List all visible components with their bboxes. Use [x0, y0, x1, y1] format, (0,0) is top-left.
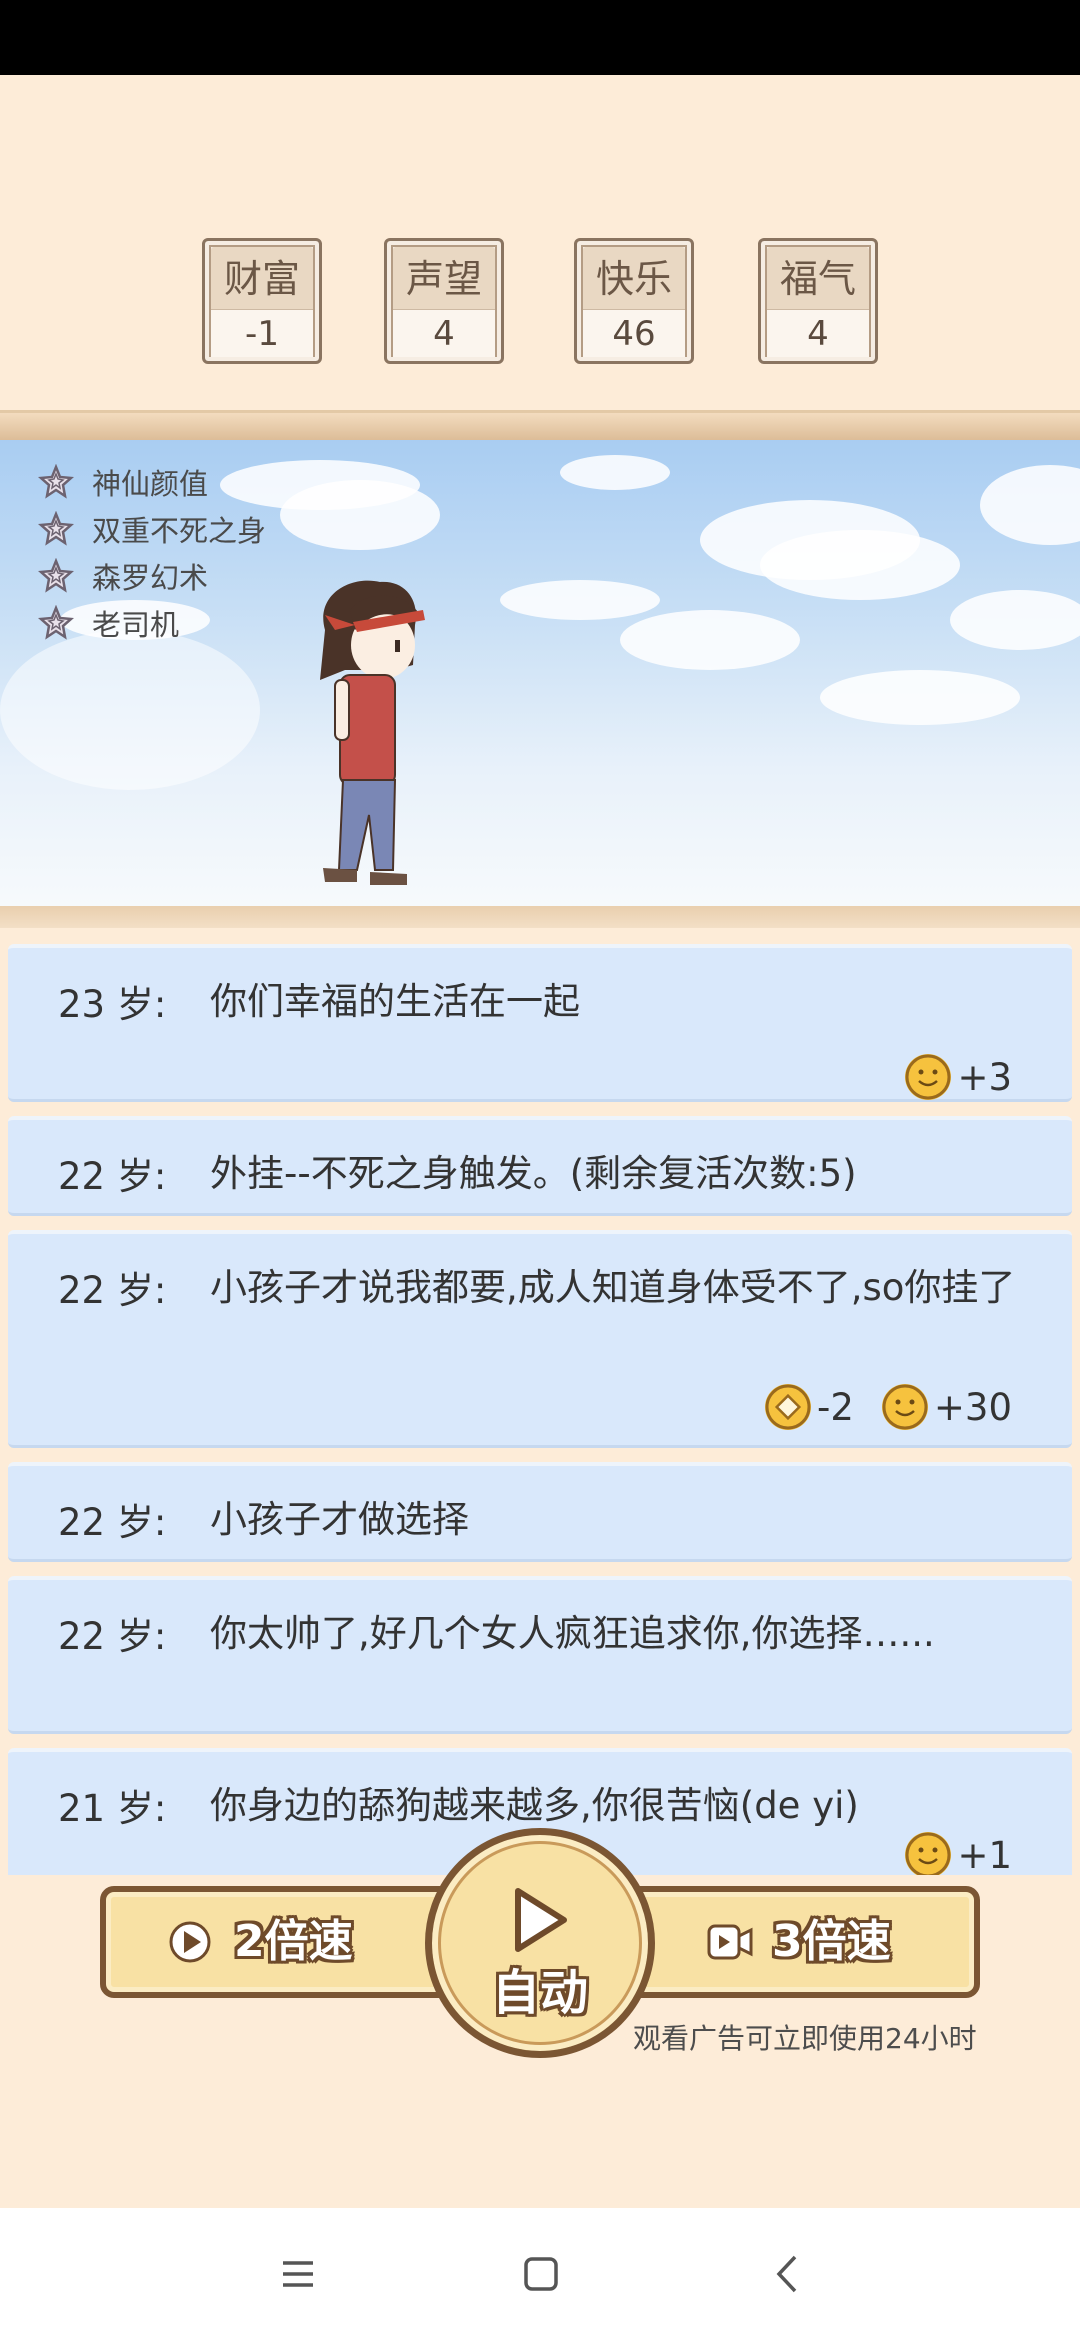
star-icon — [38, 510, 74, 546]
life-event-log[interactable]: 23 岁: 你们幸福的生活在一起 +3 22 岁: 外挂--不死之身触发。(剩余… — [0, 930, 1080, 1875]
cloud — [950, 590, 1080, 650]
entry-text: 你身边的舔狗越来越多,你很苦恼(de yi) — [210, 1784, 859, 1827]
entry-text: 外挂--不死之身触发。(剩余复活次数:5) — [210, 1152, 857, 1195]
stats-panel: 财富 -1 声望 4 快乐 46 福气 4 — [0, 238, 1080, 368]
log-entry: 22 岁: 小孩子才说我都要,成人知道身体受不了,so你挂了 -2 +30 — [8, 1230, 1072, 1448]
cloud — [620, 610, 800, 670]
log-entry: 22 岁: 外挂--不死之身触发。(剩余复活次数:5) — [8, 1116, 1072, 1216]
stat-label: 声望 — [393, 247, 495, 309]
talent-label: 双重不死之身 — [92, 513, 267, 548]
scene-frame-top — [0, 410, 1080, 444]
talent-list: 神仙颜值 双重不死之身 森罗幻术 老司机 — [38, 458, 266, 646]
entry-age: 22 岁: — [58, 1269, 167, 1312]
cloud — [500, 580, 660, 620]
stat-reputation: 声望 4 — [384, 238, 504, 364]
stat-happiness: 快乐 46 — [574, 238, 694, 364]
star-icon — [38, 463, 74, 499]
entry-text: 你们幸福的生活在一起 — [210, 980, 580, 1023]
speed-3x-button[interactable]: 3倍速 — [620, 1886, 980, 1998]
effect-item: -2 — [765, 1384, 854, 1430]
talent-item: 老司机 — [38, 599, 266, 646]
talent-label: 老司机 — [92, 607, 180, 642]
speed-2x-button[interactable]: 2倍速 — [100, 1886, 460, 1998]
system-nav-bar — [0, 2208, 1080, 2340]
stat-label: 福气 — [767, 247, 869, 309]
stat-wealth: 财富 -1 — [202, 238, 322, 364]
talent-item: 双重不死之身 — [38, 505, 266, 552]
entry-text: 小孩子才说我都要,成人知道身体受不了,so你挂了 — [210, 1266, 1016, 1309]
stat-value: -1 — [211, 309, 313, 357]
effect-value: -2 — [817, 1385, 854, 1429]
scene-frame-bottom — [0, 906, 1080, 928]
stat-fortune: 福气 4 — [758, 238, 878, 364]
cloud — [0, 630, 260, 790]
speed-2x-label: 2倍速 — [234, 1916, 353, 1967]
cloud — [280, 480, 440, 550]
stat-value: 4 — [767, 309, 869, 357]
stat-label: 快乐 — [583, 247, 685, 309]
cloud — [560, 455, 670, 490]
home-icon[interactable] — [523, 2256, 559, 2292]
log-entry: 22 岁: 小孩子才做选择 — [8, 1462, 1072, 1562]
star-icon — [38, 557, 74, 593]
talent-item: 神仙颜值 — [38, 458, 266, 505]
effect-item: +30 — [881, 1384, 1012, 1430]
happy-icon — [905, 1054, 952, 1100]
entry-age: 22 岁: — [58, 1155, 167, 1198]
cloud — [820, 670, 1020, 725]
effect-value: +1 — [957, 1833, 1012, 1876]
entry-age: 22 岁: — [58, 1615, 167, 1658]
auto-play-label: 自动 — [491, 1965, 588, 2021]
star-icon — [38, 604, 74, 640]
talent-label: 森罗幻术 — [92, 560, 209, 595]
stat-value: 4 — [393, 309, 495, 357]
video-ad-icon — [707, 1924, 753, 1960]
back-icon[interactable] — [775, 2254, 799, 2294]
effect-value: +3 — [957, 1055, 1012, 1099]
cloud — [980, 465, 1080, 545]
entry-effects: +1 — [877, 1832, 1012, 1875]
auto-play-button[interactable]: 自动 — [425, 1828, 655, 2058]
coin-icon — [765, 1384, 811, 1430]
entry-effects: +3 — [877, 1054, 1012, 1100]
entry-age: 21 岁: — [58, 1787, 167, 1830]
happy-icon — [905, 1832, 952, 1875]
entry-text: 你太帅了,好几个女人疯狂追求你,你选择…... — [210, 1612, 935, 1655]
happy-icon — [881, 1384, 928, 1430]
talent-label: 神仙颜值 — [92, 466, 209, 501]
entry-age: 22 岁: — [58, 1501, 167, 1544]
entry-age: 23 岁: — [58, 983, 167, 1026]
effect-item: +3 — [905, 1054, 1012, 1100]
play-icon — [515, 1888, 567, 1952]
cloud — [760, 530, 960, 600]
log-entry: 22 岁: 你太帅了,好几个女人疯狂追求你,你选择…... — [8, 1576, 1072, 1734]
play-icon — [169, 1921, 211, 1963]
stat-label: 财富 — [211, 247, 313, 309]
menu-icon[interactable] — [280, 2258, 316, 2290]
speed-3x-label: 3倍速 — [772, 1916, 891, 1967]
player-character — [320, 580, 425, 885]
talent-item: 森罗幻术 — [38, 552, 266, 599]
log-entry: 23 岁: 你们幸福的生活在一起 +3 — [8, 944, 1072, 1102]
effect-value: +30 — [933, 1385, 1012, 1429]
ad-hint-text: 观看广告可立即使用24小时 — [633, 2022, 977, 2055]
stat-value: 46 — [583, 309, 685, 357]
effect-item: +1 — [905, 1832, 1012, 1875]
status-bar — [0, 0, 1080, 75]
entry-text: 小孩子才做选择 — [210, 1498, 469, 1541]
entry-effects: -2 +30 — [737, 1384, 1012, 1430]
